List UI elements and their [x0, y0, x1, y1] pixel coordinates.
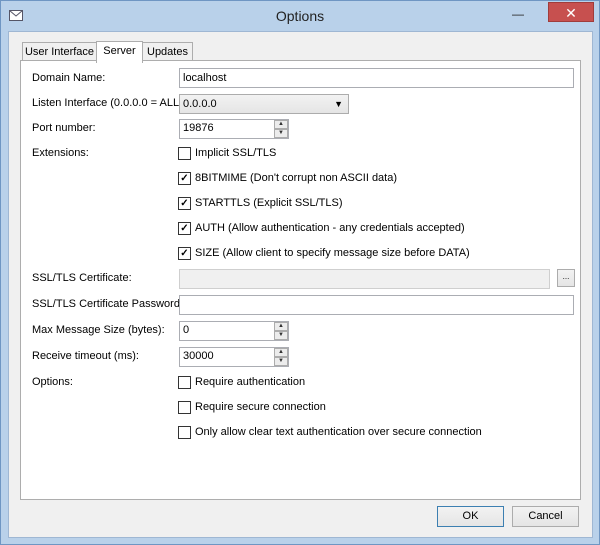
cancel-button[interactable]: Cancel	[512, 506, 579, 527]
listen-interface-label: Listen Interface (0.0.0.0 = ALL):	[32, 97, 186, 109]
checkmark-icon: ✓	[178, 172, 191, 185]
checkbox-empty-icon	[178, 147, 191, 160]
port-number-label: Port number:	[32, 122, 96, 134]
domain-name-input[interactable]: localhost	[179, 68, 574, 88]
port-number-value: 19876	[183, 122, 214, 134]
checkbox-label: Require authentication	[195, 376, 306, 388]
max-message-size-stepper[interactable]: 0 ▲ ▼	[179, 321, 289, 341]
checkmark-icon: ✓	[178, 247, 191, 260]
checkbox-label: SIZE (Allow client to specify message si…	[195, 247, 470, 259]
tab-server[interactable]: Server	[96, 41, 143, 63]
checkbox-label: Require secure connection	[195, 401, 326, 413]
checkbox-label: Implicit SSL/TLS	[195, 147, 277, 159]
max-message-size-value: 0	[183, 324, 190, 336]
receive-timeout-label: Receive timeout (ms):	[32, 350, 139, 362]
ok-button[interactable]: OK	[437, 506, 504, 527]
checkmark-icon: ✓	[178, 222, 191, 235]
spin-up-icon[interactable]: ▲	[274, 348, 288, 357]
checkbox-label: Only allow clear text authentication ove…	[195, 426, 482, 438]
tab-updates[interactable]: Updates	[142, 42, 193, 62]
spin-up-icon[interactable]: ▲	[274, 120, 288, 129]
checkbox-empty-icon	[178, 401, 191, 414]
checkbox-label: AUTH (Allow authentication - any credent…	[195, 222, 465, 234]
receive-timeout-value: 30000	[183, 350, 214, 362]
chevron-down-icon: ▼	[334, 99, 343, 109]
dialog-client-area: User Interface Server Updates Domain Nam…	[8, 31, 593, 538]
options-window: Options — ✕ User Interface Server Update…	[0, 0, 600, 545]
title-bar[interactable]: Options — ✕	[1, 1, 599, 31]
domain-name-label: Domain Name:	[32, 72, 106, 84]
ssl-password-input[interactable]	[179, 295, 574, 315]
ssl-certificate-input[interactable]	[179, 269, 550, 289]
ssl-password-label: SSL/TLS Certificate Password:	[32, 298, 184, 310]
spin-down-icon[interactable]: ▼	[274, 331, 288, 340]
checkbox-empty-icon	[178, 426, 191, 439]
minimize-button[interactable]: —	[505, 6, 531, 24]
ssl-certificate-label: SSL/TLS Certificate:	[32, 272, 132, 284]
receive-timeout-stepper[interactable]: 30000 ▲ ▼	[179, 347, 289, 367]
listen-interface-value: 0.0.0.0	[183, 98, 217, 110]
listen-interface-select[interactable]: 0.0.0.0 ▼	[179, 94, 349, 114]
checkbox-label: STARTTLS (Explicit SSL/TLS)	[195, 197, 343, 209]
spin-up-icon[interactable]: ▲	[274, 322, 288, 331]
port-number-stepper[interactable]: 19876 ▲ ▼	[179, 119, 289, 139]
max-message-size-label: Max Message Size (bytes):	[32, 324, 165, 336]
checkmark-icon: ✓	[178, 197, 191, 210]
close-button[interactable]: ✕	[548, 2, 594, 22]
server-tab-panel: Domain Name: localhost Listen Interface …	[20, 60, 581, 500]
options-label: Options:	[32, 376, 73, 388]
tab-user-interface[interactable]: User Interface	[22, 42, 97, 62]
checkbox-label: 8BITMIME (Don't corrupt non ASCII data)	[195, 172, 398, 184]
spin-down-icon[interactable]: ▼	[274, 357, 288, 366]
checkbox-empty-icon	[178, 376, 191, 389]
spin-down-icon[interactable]: ▼	[274, 129, 288, 138]
extensions-label: Extensions:	[32, 147, 89, 159]
browse-certificate-button[interactable]: ...	[557, 269, 575, 287]
